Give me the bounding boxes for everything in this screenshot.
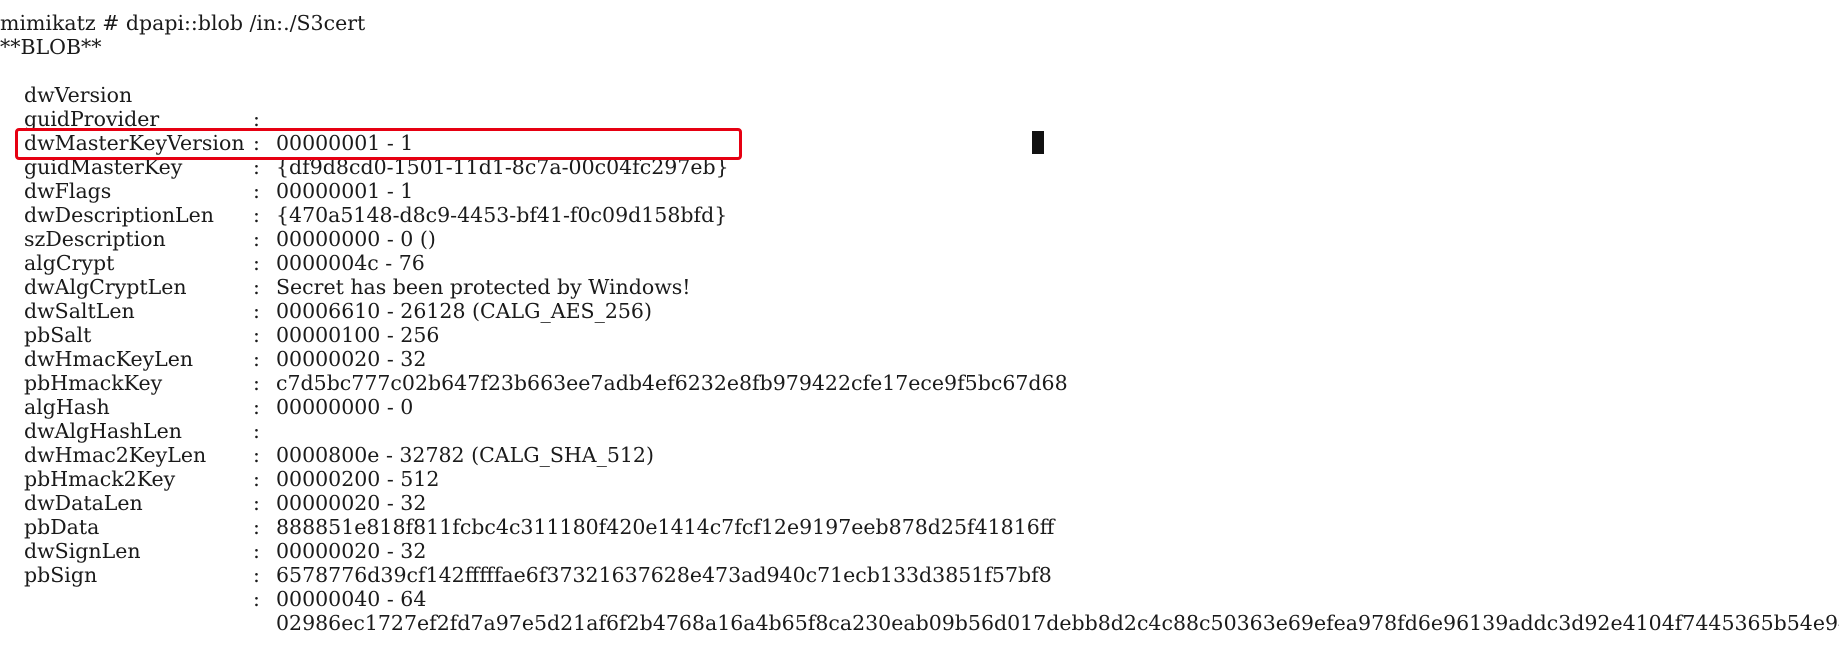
field-separator: : xyxy=(253,587,260,611)
blob-row: pbHmackKey : xyxy=(0,347,260,419)
field-name: dwHmac2KeyLen xyxy=(24,443,207,467)
field-value: 00000020 - 32 xyxy=(276,347,427,371)
field-name: algCrypt xyxy=(24,251,115,275)
field-separator: : xyxy=(253,371,260,395)
blob-row: dwHmacKeyLen : 00000000 - 0 xyxy=(0,323,413,419)
field-value: 00006610 - 26128 (CALG_AES_256) xyxy=(276,299,652,323)
text-cursor xyxy=(1032,131,1044,154)
field-separator: : xyxy=(253,491,260,515)
field-separator: : xyxy=(253,443,260,467)
field-name: dwAlgCryptLen xyxy=(24,275,187,299)
blob-row: pbHmack2Key : 888851e818f811fcbc4c311180… xyxy=(0,443,1054,539)
field-name: dwVersion xyxy=(24,83,133,107)
blob-row: pbSign : 02986ec1727ef2fd7a97e5d21af6f2b… xyxy=(0,539,1839,635)
field-value: c7d5bc777c02b647f23b663ee7adb4ef6232e8fb… xyxy=(276,371,1068,395)
field-separator: : xyxy=(253,467,260,491)
highlight-box xyxy=(15,128,742,160)
blob-row: dwHmac2KeyLen : 00000020 - 32 xyxy=(0,419,426,515)
blob-row: algCrypt : 00006610 - 26128 (CALG_AES_25… xyxy=(0,227,652,323)
field-name: dwFlags xyxy=(24,179,112,203)
blob-row: dwVersion : 00000001 - 1 xyxy=(0,59,413,155)
field-separator: : xyxy=(253,419,260,443)
field-separator: : xyxy=(253,563,260,587)
field-name: pbSign xyxy=(24,563,98,587)
field-name: algHash xyxy=(24,395,110,419)
field-value: {470a5148-d8c9-4453-bf41-f0c09d158bfd} xyxy=(276,203,728,227)
command-line: mimikatz # dpapi::blob /in:./S3cert xyxy=(0,11,366,35)
field-separator: : xyxy=(253,539,260,563)
field-name: szDescription xyxy=(24,227,166,251)
field-value: 00000100 - 256 xyxy=(276,323,440,347)
blob-row: szDescription : Secret has been protecte… xyxy=(0,203,691,299)
field-name: dwHmacKeyLen xyxy=(24,347,194,371)
field-name: dwSignLen xyxy=(24,539,141,563)
field-separator: : xyxy=(253,515,260,539)
field-separator: : xyxy=(253,299,260,323)
blob-row: dwDataLen : 00000020 - 32 xyxy=(0,467,426,563)
field-separator: : xyxy=(253,179,260,203)
blob-header: **BLOB** xyxy=(0,35,102,59)
field-value: 00000000 - 0 () xyxy=(276,227,436,251)
field-separator: : xyxy=(253,275,260,299)
blob-row: pbData : 6578776d39cf142fffffae6f3732163… xyxy=(0,491,1052,587)
field-separator: : xyxy=(253,323,260,347)
field-name: dwSaltLen xyxy=(24,299,135,323)
field-separator: : xyxy=(253,347,260,371)
field-value: 00000200 - 512 xyxy=(276,467,440,491)
field-separator: : xyxy=(253,203,260,227)
blob-row: dwDescriptionLen : 0000004c - 76 xyxy=(0,179,425,275)
blob-row: dwSignLen : 00000040 - 64 xyxy=(0,515,426,611)
blob-row: dwAlgHashLen : 00000200 - 512 xyxy=(0,395,439,491)
field-value: 00000001 - 1 xyxy=(276,179,414,203)
field-value: 888851e818f811fcbc4c311180f420e1414c7fcf… xyxy=(276,515,1055,539)
field-separator: : xyxy=(253,251,260,275)
field-name: dwAlgHashLen xyxy=(24,419,182,443)
field-separator: : xyxy=(253,227,260,251)
field-value: 6578776d39cf142fffffae6f37321637628e473a… xyxy=(276,563,1052,587)
blob-row: dwSaltLen : 00000020 - 32 xyxy=(0,275,426,371)
terminal-window[interactable]: mimikatz # dpapi::blob /in:./S3cert **BL… xyxy=(0,0,1839,635)
blob-row: algHash : 0000800e - 32782 (CALG_SHA_512… xyxy=(0,371,654,467)
field-value: 02986ec1727ef2fd7a97e5d21af6f2b4768a16a4… xyxy=(276,611,1839,635)
field-name: pbHmackKey xyxy=(24,371,163,395)
blob-row: dwAlgCryptLen : 00000100 - 256 xyxy=(0,251,439,347)
field-name: pbHmack2Key xyxy=(24,467,176,491)
field-separator: : xyxy=(253,395,260,419)
field-value: 00000020 - 32 xyxy=(276,539,427,563)
field-value: 0000004c - 76 xyxy=(276,251,425,275)
field-name: dwDataLen xyxy=(24,491,143,515)
blob-row: pbSalt : c7d5bc777c02b647f23b663ee7adb4e… xyxy=(0,299,1068,395)
blob-row: guidProvider : {df9d8cd0-1501-11d1-8c7a-… xyxy=(0,83,729,179)
field-name: dwDescriptionLen xyxy=(24,203,215,227)
field-value: 00000000 - 0 xyxy=(276,395,414,419)
field-value: 0000800e - 32782 (CALG_SHA_512) xyxy=(276,443,654,467)
field-name: pbSalt xyxy=(24,323,92,347)
field-value: Secret has been protected by Windows! xyxy=(276,275,691,299)
field-value: 00000020 - 32 xyxy=(276,491,427,515)
field-name: pbData xyxy=(24,515,100,539)
field-value: 00000040 - 64 xyxy=(276,587,427,611)
